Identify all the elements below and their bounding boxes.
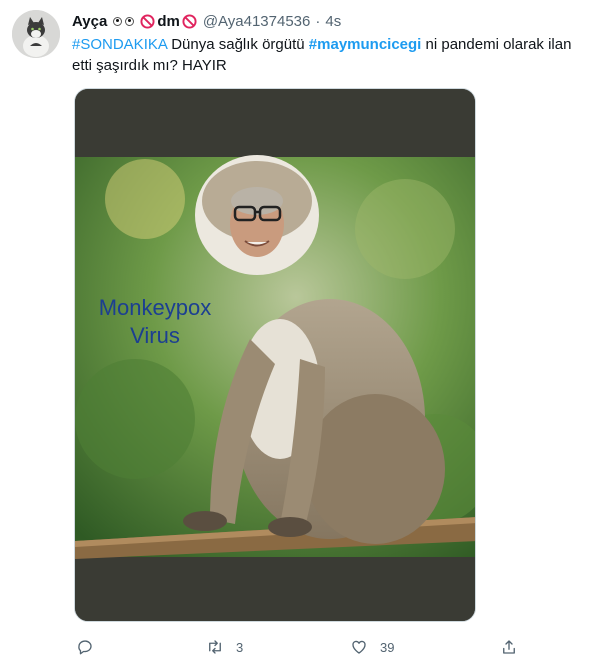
caption-line2: Virus (130, 323, 180, 348)
tweet-text-line2: etti şaşırdık mı? HAYIR (72, 57, 227, 74)
cat-avatar-icon (12, 10, 60, 58)
tweet-media[interactable]: Monkeypox Virus (74, 88, 476, 622)
prohibited-emoji-icon (140, 13, 155, 29)
retweet-icon (209, 640, 221, 654)
tweet-actions: 3 39 (72, 636, 532, 658)
retweet-button[interactable]: 3 (206, 636, 243, 658)
timestamp[interactable]: 4s (325, 13, 341, 30)
reply-button[interactable] (76, 636, 94, 658)
retweet-count: 3 (236, 639, 244, 655)
monkeypox-virus-caption: Monkeypox Virus (75, 294, 235, 350)
dm-text: dm (157, 12, 180, 30)
eyes-emoji-icon (113, 16, 135, 26)
tweet-text-part2: ni pandemi olarak ilan (421, 36, 572, 53)
share-icon (503, 640, 515, 654)
hashtag-maymuncicegi[interactable]: #maymuncicegi (309, 36, 422, 53)
tweet[interactable]: Ayça dm @Aya41374536 · 4s #SONDAKIKA Dün… (0, 0, 614, 664)
hashtag-sondakika[interactable]: #SONDAKIKA (72, 36, 167, 53)
user-handle[interactable]: @Aya41374536 (203, 13, 311, 30)
share-button[interactable] (500, 636, 518, 658)
tweet-text-part1: Dünya sağlık örgütü (167, 36, 309, 53)
caption-line1: Monkeypox (98, 295, 212, 320)
heart-icon (352, 640, 366, 654)
tweet-header: Ayça dm @Aya41374536 · 4s (72, 10, 341, 32)
tweet-text: #SONDAKIKA Dünya sağlık örgütü #maymunci… (72, 34, 602, 76)
monkey-photo (75, 89, 475, 621)
like-button[interactable]: 39 (350, 636, 394, 658)
like-count: 39 (380, 639, 395, 655)
reply-icon (78, 640, 92, 655)
avatar[interactable] (12, 10, 60, 58)
separator-dot: · (315, 12, 321, 30)
display-name[interactable]: Ayça (72, 13, 107, 30)
prohibited-emoji-icon-2 (182, 13, 197, 29)
